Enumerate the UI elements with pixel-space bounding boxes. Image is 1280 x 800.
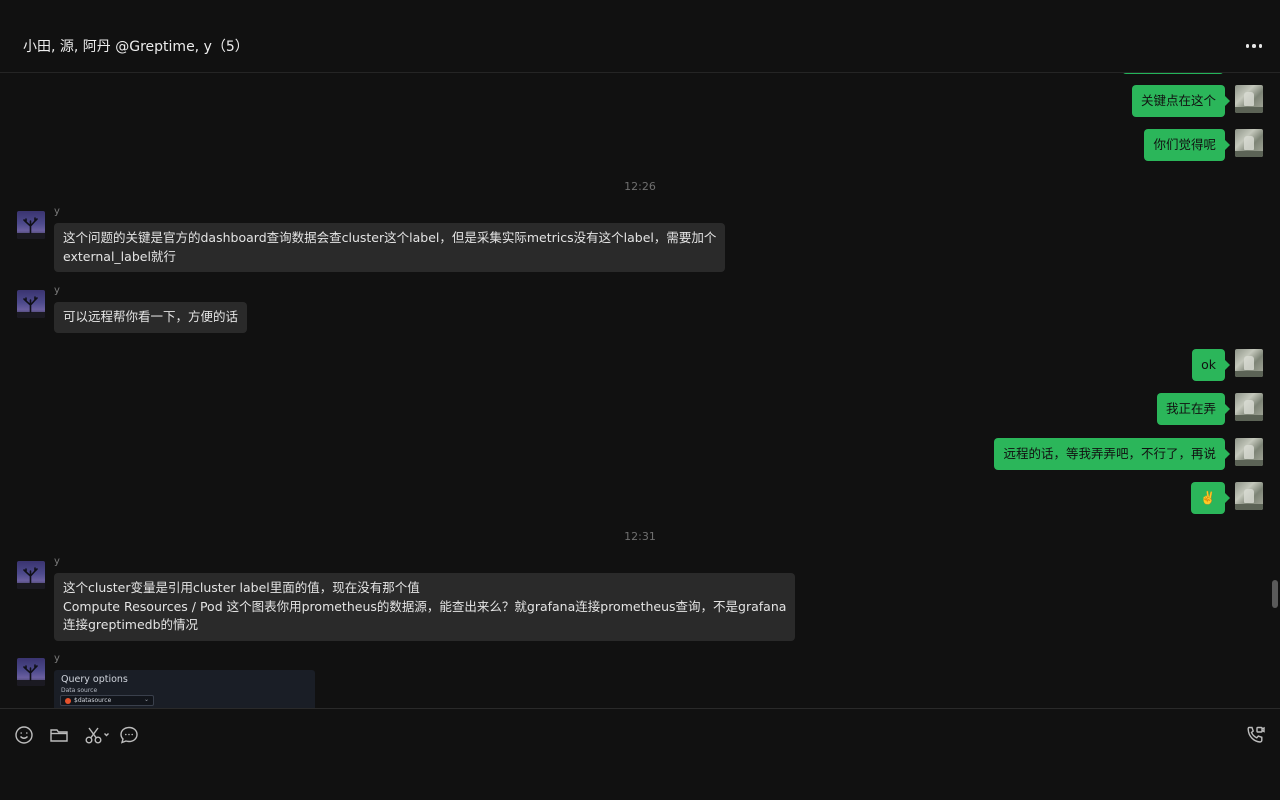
my-avatar[interactable] [1235,85,1263,113]
sender-name: y [54,653,60,664]
sender-avatar[interactable] [17,658,45,686]
outgoing-message-bubble[interactable]: ok [1192,349,1230,381]
chevron-down-icon: ⌄ [143,696,149,703]
message-row-outgoing: 你们觉得呢 [1144,129,1263,161]
image-message-thumbnail[interactable]: Query options Data source $datasource ⌄ [54,670,315,708]
message-row-outgoing: 我正在弄 [1156,393,1263,425]
sender-avatar[interactable] [17,561,45,589]
folder-icon[interactable] [49,725,69,745]
outgoing-message-bubble[interactable]: ✌️ [1191,482,1230,514]
message-row-outgoing: 远程的话，等我弄弄吧，不行了，再说 [994,438,1263,470]
message-row-outgoing: 关键点在这个 [1131,85,1263,117]
joshua-tree-icon [17,217,45,239]
image-text-subtitle: Data source [61,687,98,694]
image-datasource-select: $datasource ⌄ [60,695,154,706]
message-row-incoming: y 这个cluster变量是引用cluster label里面的值，现在没有那个… [17,556,796,641]
phone-video-icon[interactable] [1245,725,1265,745]
incoming-message-bubble[interactable]: 这个cluster变量是引用cluster label里面的值，现在没有那个值 … [54,573,796,641]
timestamp: 12:31 [624,530,656,543]
message-row-incoming: y 这个问题的关键是官方的dashboard查询数据会查cluster这个lab… [17,206,726,272]
my-avatar[interactable] [1235,129,1263,157]
input-toolbar [0,708,1280,800]
dot [1252,44,1256,48]
previous-message-bubble[interactable] [1122,73,1224,74]
chat-header: 小田, 源, 阿丹 @Greptime, y（5） [0,0,1280,73]
my-avatar[interactable] [1235,393,1263,421]
message-row-outgoing: ✌️ [1191,482,1263,514]
joshua-tree-icon [17,567,45,589]
incoming-message-bubble[interactable]: 可以远程帮你看一下，方便的话 [54,302,248,333]
scrollbar-thumb[interactable] [1272,580,1278,608]
chat-title[interactable]: 小田, 源, 阿丹 @Greptime, y（5） [23,36,249,56]
message-list[interactable]: 关键点在这个 你们觉得呢 12:26 y 这个问题的关键是官方的dashboar… [0,73,1280,708]
my-avatar[interactable] [1235,349,1263,377]
message-line: 可以远程帮你看一下，方便的话 [63,309,239,324]
outgoing-message-bubble[interactable]: 我正在弄 [1156,393,1231,425]
message-line: external_label就行 [63,248,176,264]
message-row-outgoing: ok [1192,349,1263,381]
dot [1258,44,1263,48]
message-row-incoming: y Query options Data source $datasource … [17,653,315,708]
message-line: Compute Resources / Pod 这个图表你用prometheus… [63,598,787,614]
sender-name: y [54,206,60,217]
sender-name: y [54,285,60,296]
sender-avatar[interactable] [17,211,45,239]
message-line: 这个cluster变量是引用cluster label里面的值，现在没有那个值 [63,580,420,595]
scissors-icon[interactable] [84,725,112,745]
emoji-icon[interactable] [14,725,34,745]
image-text-title: Query options [61,674,128,685]
prometheus-icon [65,698,71,704]
dot [1245,44,1250,48]
incoming-message-bubble[interactable]: 这个问题的关键是官方的dashboard查询数据会查cluster这个label… [54,223,726,272]
timestamp: 12:26 [624,180,656,193]
chat-icon[interactable] [119,725,139,745]
message-row-incoming: y 可以远程帮你看一下，方便的话 [17,285,248,333]
more-options-button[interactable] [1242,34,1266,58]
outgoing-message-bubble[interactable]: 关键点在这个 [1131,85,1231,117]
outgoing-message-bubble[interactable]: 你们觉得呢 [1144,129,1230,161]
joshua-tree-icon [17,664,45,686]
sender-avatar[interactable] [17,290,45,318]
message-line: 这个问题的关键是官方的dashboard查询数据会查cluster这个label… [63,230,717,245]
my-avatar[interactable] [1235,482,1263,510]
image-select-value: $datasource [74,697,112,704]
joshua-tree-icon [17,296,45,318]
message-line: 连接greptimedb的情况 [63,617,199,632]
my-avatar[interactable] [1235,438,1263,466]
sender-name: y [54,556,60,567]
outgoing-message-bubble[interactable]: 远程的话，等我弄弄吧，不行了，再说 [994,438,1230,470]
